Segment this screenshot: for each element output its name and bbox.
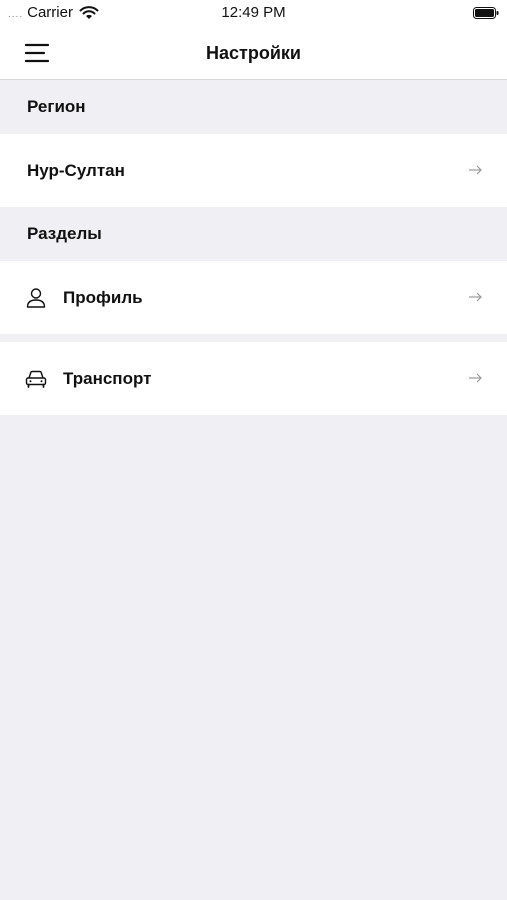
user-icon (26, 287, 46, 308)
settings-row-transport[interactable]: Транспорт (0, 342, 507, 415)
arrow-right-icon (469, 292, 482, 302)
section-header-parts: Разделы (0, 207, 507, 261)
settings-row-profile[interactable]: Профиль (0, 261, 507, 334)
car-icon (25, 370, 47, 388)
status-time: 12:49 PM (221, 4, 286, 21)
nav-bar: Настройки (0, 27, 507, 80)
section-header-region: Регион (0, 80, 507, 134)
battery-icon (473, 7, 499, 19)
profile-label: Профиль (63, 287, 143, 307)
region-label: Нур-Султан (27, 160, 125, 180)
arrow-right-icon (469, 165, 482, 175)
settings-row-region[interactable]: Нур-Султан (0, 134, 507, 207)
arrow-right-icon (469, 373, 482, 383)
status-bar: .... Carrier 12:49 PM (0, 0, 507, 27)
page-title: Настройки (206, 43, 301, 63)
transport-label: Транспорт (63, 368, 152, 388)
